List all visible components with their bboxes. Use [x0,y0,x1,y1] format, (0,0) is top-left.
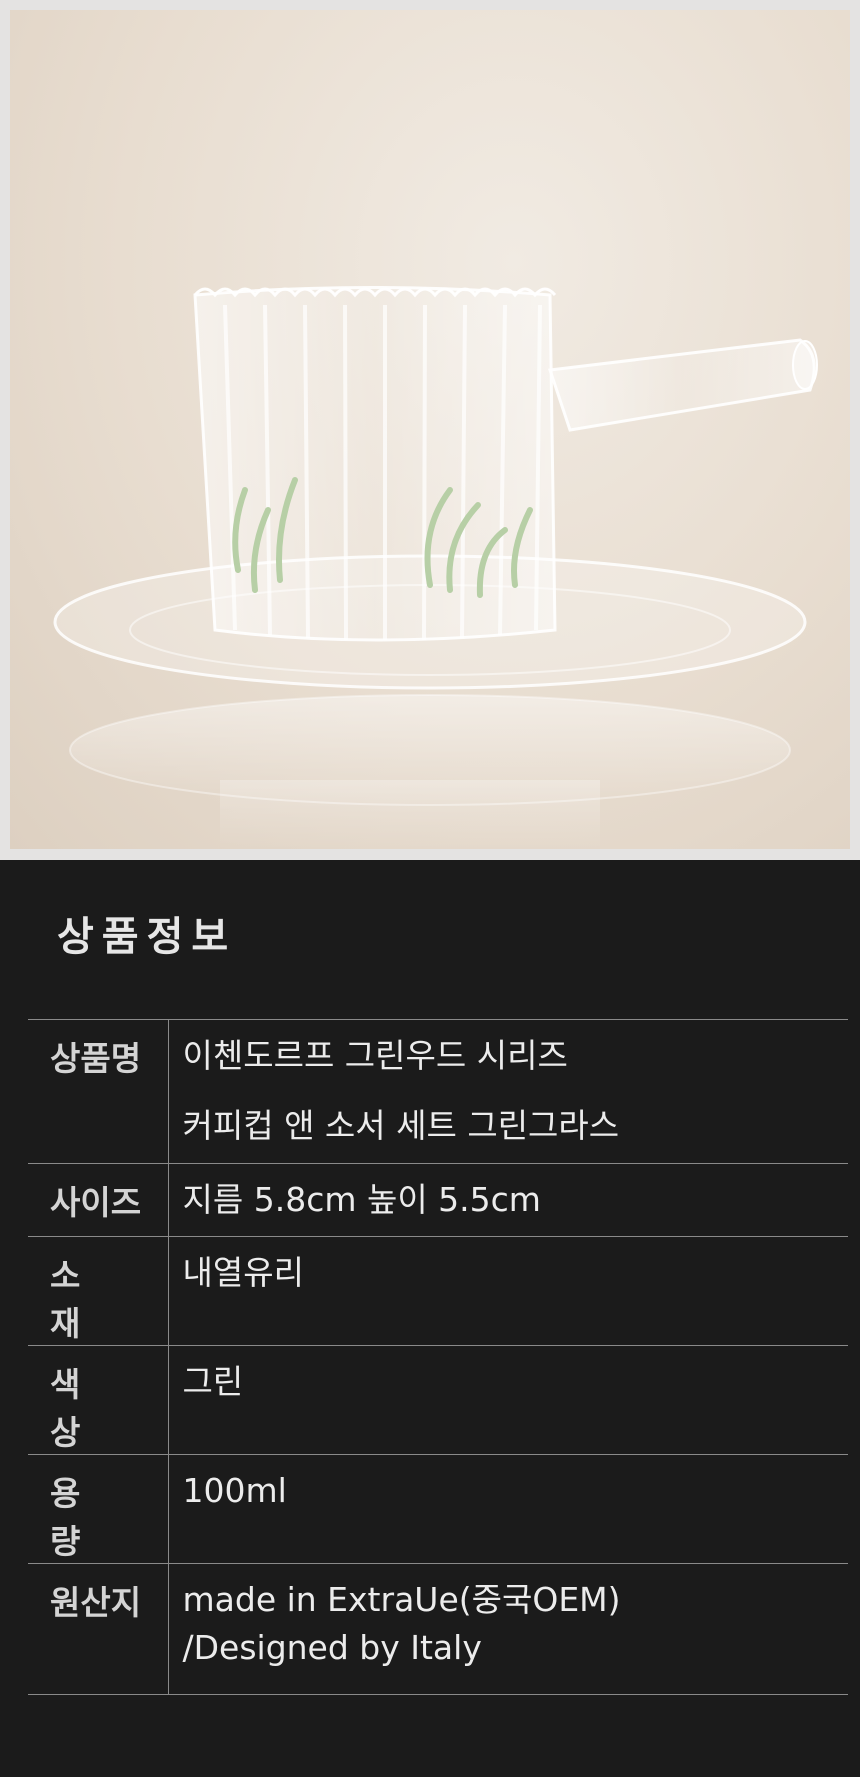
glass-cup-illustration [53,286,818,849]
product-info-section: 상품정보 상품명 이첸도르프 그린우드 시리즈 커피컵 앤 소서 세트 그린그라… [0,860,860,1777]
value-line: 내열유리 [182,1253,304,1292]
table-row-name: 상품명 이첸도르프 그린우드 시리즈 커피컵 앤 소서 세트 그린그라스 [28,1019,848,1164]
value-line: 100ml [182,1471,287,1510]
row-value: made in ExtraUe(중국OEM) /Designed by Ital… [168,1563,848,1695]
table-row-material: 소재 내열유리 [28,1236,848,1346]
row-value: 지름 5.8cm 높이 5.5cm [168,1163,848,1237]
product-photo [10,10,850,849]
row-value: 100ml [168,1454,848,1564]
table-row-size: 사이즈 지름 5.8cm 높이 5.5cm [28,1163,848,1237]
value-line: /Designed by Italy [182,1628,482,1667]
table-row-color: 색상 그린 [28,1345,848,1455]
row-label: 색상 [28,1345,169,1455]
row-value: 이첸도르프 그린우드 시리즈 커피컵 앤 소서 세트 그린그라스 [168,1019,848,1164]
table-row-capacity: 용량 100ml [28,1454,848,1564]
row-label: 용량 [28,1454,169,1564]
value-line: 지름 5.8cm 높이 5.5cm [182,1180,541,1219]
value-line: made in ExtraUe(중국OEM) [182,1580,621,1619]
value-line: 커피컵 앤 소서 세트 그린그라스 [182,1106,620,1145]
row-label: 소재 [28,1236,169,1346]
spec-table: 상품명 이첸도르프 그린우드 시리즈 커피컵 앤 소서 세트 그린그라스 사이즈… [28,1019,848,1695]
row-label: 사이즈 [28,1163,169,1237]
row-value: 내열유리 [168,1236,848,1346]
section-title: 상품정보 [57,914,237,960]
cup-handle [547,338,816,432]
row-label: 상품명 [28,1019,169,1164]
value-line: 이첸도르프 그린우드 시리즈 [182,1036,568,1075]
value-line: 그린 [182,1362,244,1401]
table-row-origin: 원산지 made in ExtraUe(중국OEM) /Designed by … [28,1563,848,1695]
row-label: 원산지 [28,1563,169,1695]
row-value: 그린 [168,1345,848,1455]
product-photo-frame [0,0,860,860]
